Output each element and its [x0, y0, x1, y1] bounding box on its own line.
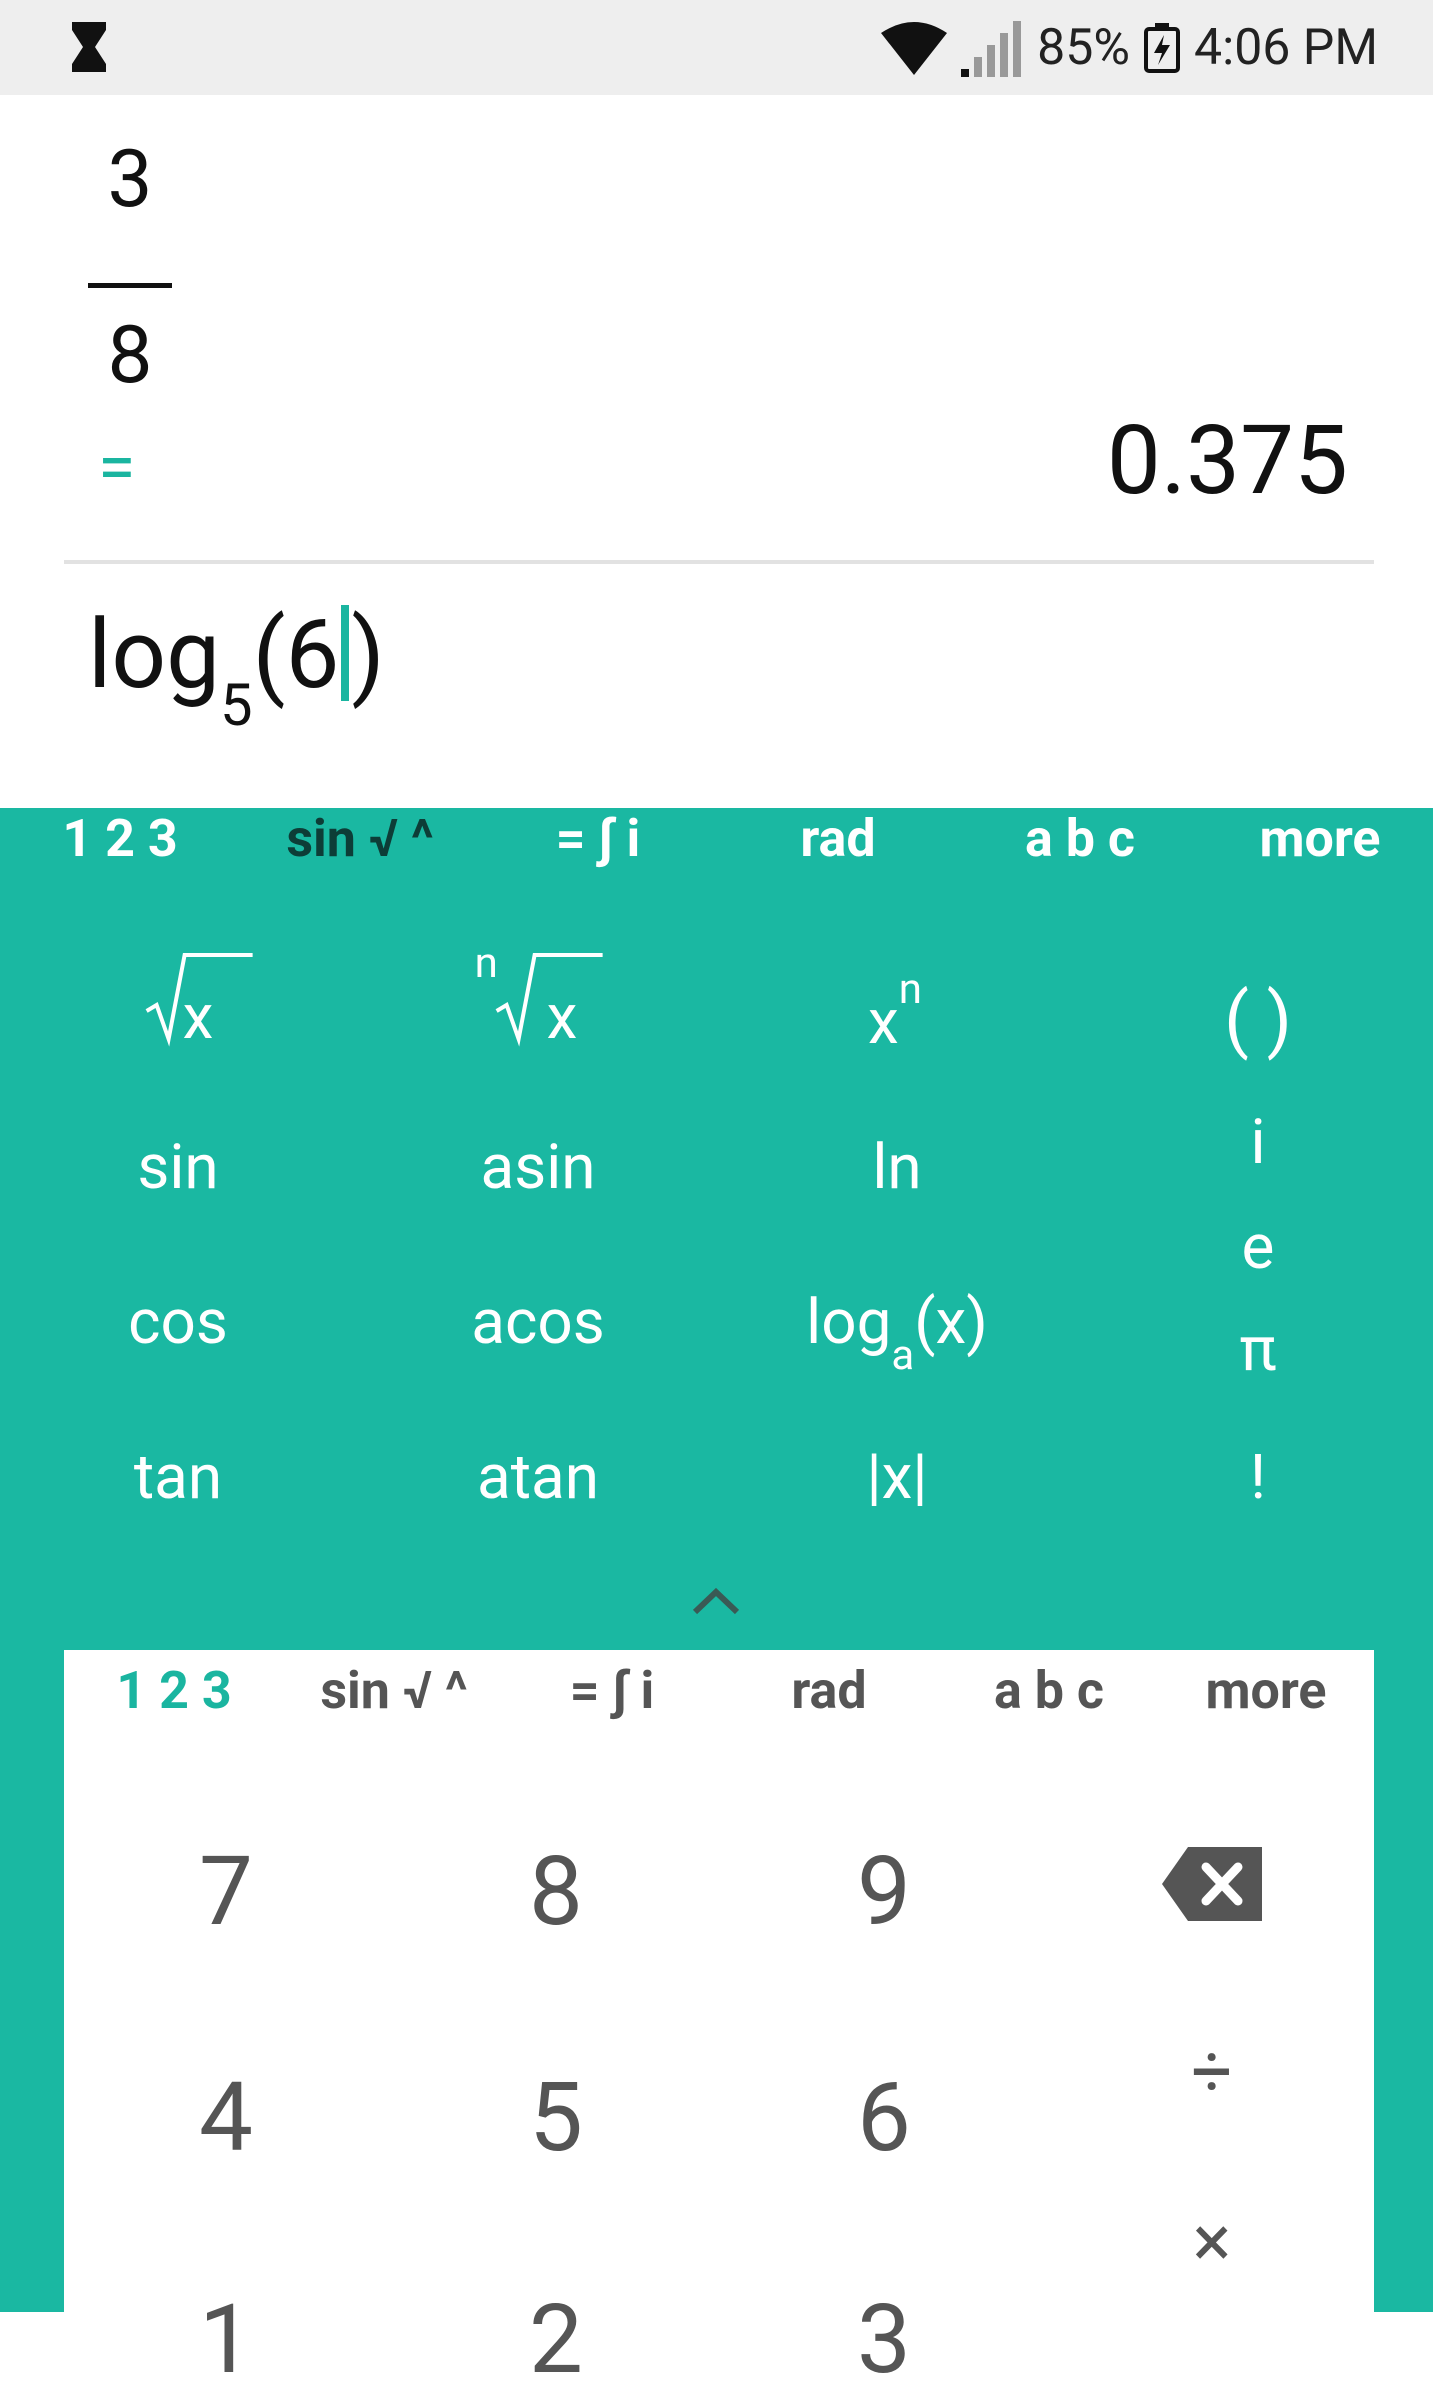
tab-rad-bottom[interactable]: rad: [791, 1660, 866, 1721]
sin-key[interactable]: sin: [137, 1137, 218, 1199]
chevron-up-icon[interactable]: [691, 1586, 741, 1620]
key-6[interactable]: 6: [857, 2070, 911, 2166]
tab-sin-bottom[interactable]: sin √ ^: [320, 1660, 467, 1721]
battery-percent: 85%: [1037, 19, 1130, 77]
power-key[interactable]: xn: [868, 969, 922, 1054]
log-base: a: [891, 1331, 915, 1380]
tab-abc[interactable]: a b c: [1025, 808, 1135, 869]
display-divider: [64, 560, 1374, 564]
key-4[interactable]: 4: [199, 2070, 253, 2166]
multiply-key[interactable]: ×: [1193, 2206, 1231, 2278]
expression-log: log: [88, 599, 220, 711]
fraction-numerator: 3: [107, 132, 153, 226]
pi-key[interactable]: π: [1240, 1319, 1277, 1381]
cos-key[interactable]: cos: [128, 1292, 228, 1354]
tab-more[interactable]: more: [1259, 808, 1380, 869]
tab-123[interactable]: 1 2 3: [62, 808, 177, 869]
key-8[interactable]: 8: [529, 1844, 583, 1940]
tab-123-bottom[interactable]: 1 2 3: [116, 1660, 231, 1721]
expression-open: (6: [252, 599, 340, 711]
pow-x: x: [868, 986, 899, 1059]
asin-key[interactable]: asin: [480, 1137, 595, 1199]
expression-input[interactable]: log5(6): [88, 605, 385, 735]
i-key[interactable]: i: [1250, 1112, 1265, 1174]
key-7[interactable]: 7: [199, 1844, 253, 1940]
signal-icon: [961, 19, 1023, 77]
log-base-key[interactable]: loga(x): [806, 1292, 988, 1377]
sqrt-key[interactable]: x: [145, 953, 253, 1049]
tab-rad[interactable]: rad: [800, 808, 875, 869]
numpad-panel: 1 2 3 sin √ ^ = ∫ i rad a b c more 7 8 9…: [64, 1650, 1374, 2388]
tab-abc-bottom[interactable]: a b c: [994, 1660, 1104, 1721]
calculator-display: 3 8 = 0.375 log5(6): [0, 95, 1433, 808]
sqrt-x: x: [182, 981, 214, 1054]
factorial-key[interactable]: !: [1250, 1447, 1266, 1509]
parentheses-key[interactable]: ( ): [1224, 984, 1292, 1056]
status-bar: 85% 4:06 PM: [0, 0, 1433, 95]
atan-key[interactable]: atan: [477, 1447, 599, 1509]
clock: 4:06 PM: [1193, 19, 1378, 77]
acos-key[interactable]: acos: [471, 1292, 605, 1354]
log-arg: (x): [914, 1286, 988, 1359]
expression-close: ): [351, 599, 385, 711]
expression-base: 5: [220, 672, 253, 740]
log-prefix: log: [806, 1286, 892, 1359]
tab-eq[interactable]: = ∫ i: [556, 808, 641, 869]
divide-key[interactable]: ÷: [1191, 2036, 1232, 2108]
key-3[interactable]: 3: [857, 2292, 911, 2388]
tab-sin[interactable]: sin √ ^: [286, 808, 433, 869]
ln-key[interactable]: ln: [872, 1137, 921, 1199]
e-key[interactable]: e: [1242, 1217, 1275, 1279]
pow-n: n: [898, 965, 922, 1014]
fraction-bar: [88, 283, 172, 288]
nth-root-key[interactable]: n x: [475, 943, 603, 1049]
key-9[interactable]: 9: [857, 1844, 911, 1940]
battery-charging-icon: [1143, 23, 1180, 73]
key-5[interactable]: 5: [529, 2070, 583, 2166]
key-1[interactable]: 1: [199, 2292, 253, 2388]
abs-key[interactable]: |x|: [866, 1447, 927, 1509]
backspace-icon[interactable]: [1162, 1847, 1262, 1933]
tab-more-bottom[interactable]: more: [1205, 1660, 1326, 1721]
nroot-x: x: [546, 981, 578, 1054]
equals-sign: =: [98, 427, 136, 507]
tab-eq-bottom[interactable]: = ∫ i: [570, 1660, 655, 1721]
status-right: 85% 4:06 PM: [881, 12, 1378, 84]
tan-key[interactable]: tan: [134, 1447, 222, 1509]
fraction-denominator: 8: [107, 308, 153, 402]
wifi-icon: [881, 21, 948, 75]
hourglass-icon: [72, 22, 106, 76]
key-2[interactable]: 2: [529, 2292, 583, 2388]
result-value[interactable]: 0.375: [1107, 413, 1348, 509]
text-cursor: [341, 605, 350, 701]
